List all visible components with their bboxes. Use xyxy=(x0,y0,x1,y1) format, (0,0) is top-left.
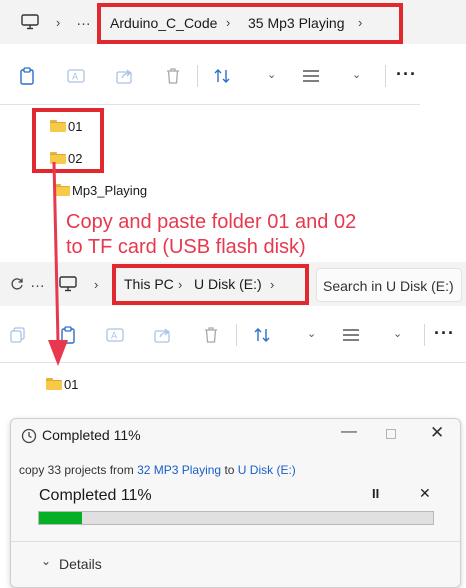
pause-button[interactable]: II xyxy=(372,486,379,501)
progress-bar-fill xyxy=(39,512,83,524)
chevron-right-icon: › xyxy=(178,277,183,292)
folder-name: 01 xyxy=(64,377,79,392)
breadcrumb-item[interactable]: This PC xyxy=(124,276,174,292)
delete-icon[interactable] xyxy=(163,66,183,86)
source-link[interactable]: 32 MP3 Playing xyxy=(137,463,221,477)
view-icon[interactable] xyxy=(301,66,321,86)
copy-icon[interactable] xyxy=(8,325,28,345)
svg-text:A: A xyxy=(72,73,79,83)
rename-icon[interactable]: A xyxy=(66,66,86,86)
chevron-down-icon[interactable]: ⌄ xyxy=(307,327,316,340)
copy-description: copy 33 projects from 32 MP3 Playing to … xyxy=(19,463,296,477)
copy-middle-text: to xyxy=(221,463,238,477)
breadcrumb-item[interactable]: Arduino_C_Code xyxy=(110,15,217,31)
toolbar-separator xyxy=(385,65,386,87)
chevron-right-icon: › xyxy=(358,15,363,30)
search-box[interactable]: Search in U Disk (E:) xyxy=(316,268,462,302)
refresh-icon[interactable] xyxy=(8,275,26,293)
chevron-right-icon: › xyxy=(270,277,275,292)
maximize-button[interactable] xyxy=(386,429,396,439)
toolbar-divider xyxy=(0,104,420,105)
copy-prefix-text: copy 33 projects from xyxy=(19,463,138,477)
dialog-divider xyxy=(11,541,460,542)
breadcrumb-item[interactable]: 35 Mp3 Playing xyxy=(248,15,345,31)
toolbar-separator xyxy=(197,65,198,87)
chevron-down-icon[interactable]: ⌄ xyxy=(352,68,361,81)
this-pc-icon[interactable] xyxy=(20,13,40,31)
chevron-down-icon[interactable]: ⌄ xyxy=(267,68,276,81)
folder-item-01[interactable]: 01 xyxy=(46,376,96,394)
share-icon[interactable] xyxy=(153,325,173,345)
chevron-down-icon[interactable]: ⌄ xyxy=(41,554,51,568)
minimize-button[interactable]: — xyxy=(341,423,357,441)
share-icon[interactable] xyxy=(115,66,135,86)
chevron-down-icon[interactable]: ⌄ xyxy=(393,327,402,340)
folder-name: Mp3_Playing xyxy=(72,183,148,198)
folder-icon xyxy=(46,378,62,390)
chevron-right-icon: › xyxy=(94,277,99,292)
folder-icon xyxy=(50,120,66,132)
clock-icon xyxy=(20,427,38,445)
cancel-button[interactable]: ✕ xyxy=(419,485,431,502)
svg-text:A: A xyxy=(111,332,118,342)
chevron-right-icon: › xyxy=(226,15,231,30)
search-placeholder: Search in U Disk (E:) xyxy=(323,278,454,294)
breadcrumb-item[interactable]: U Disk (E:) xyxy=(194,276,262,292)
folder-item-01[interactable]: 01 xyxy=(50,118,100,136)
destination-link[interactable]: U Disk (E:) xyxy=(238,463,296,477)
details-toggle[interactable]: Details xyxy=(59,556,102,572)
more-breadcrumbs-icon[interactable]: … xyxy=(76,12,91,29)
delete-icon[interactable] xyxy=(201,325,221,345)
annotation-line-2: to TF card (USB flash disk) xyxy=(66,236,306,258)
chevron-right-icon: › xyxy=(56,15,61,30)
more-options-icon[interactable]: ··· xyxy=(434,323,455,344)
toolbar-separator xyxy=(236,324,237,346)
toolbar-separator xyxy=(424,324,425,346)
close-button[interactable]: ✕ xyxy=(430,423,444,443)
view-icon[interactable] xyxy=(341,325,361,345)
progress-status: Completed 11% xyxy=(39,487,152,504)
sort-icon[interactable] xyxy=(212,66,232,86)
progress-bar xyxy=(38,511,434,525)
rename-icon[interactable]: A xyxy=(105,325,125,345)
dialog-title: Completed 11% xyxy=(42,427,141,443)
annotation-line-1: Copy and paste folder 01 and 02 xyxy=(66,211,357,233)
copy-direction-arrow xyxy=(48,161,68,366)
copy-progress-dialog: Completed 11% — ✕ copy 33 projects from … xyxy=(10,418,461,588)
folder-name: 01 xyxy=(68,119,83,134)
sort-icon[interactable] xyxy=(252,325,272,345)
paste-icon[interactable] xyxy=(17,66,37,86)
more-options-icon[interactable]: ··· xyxy=(396,64,417,85)
